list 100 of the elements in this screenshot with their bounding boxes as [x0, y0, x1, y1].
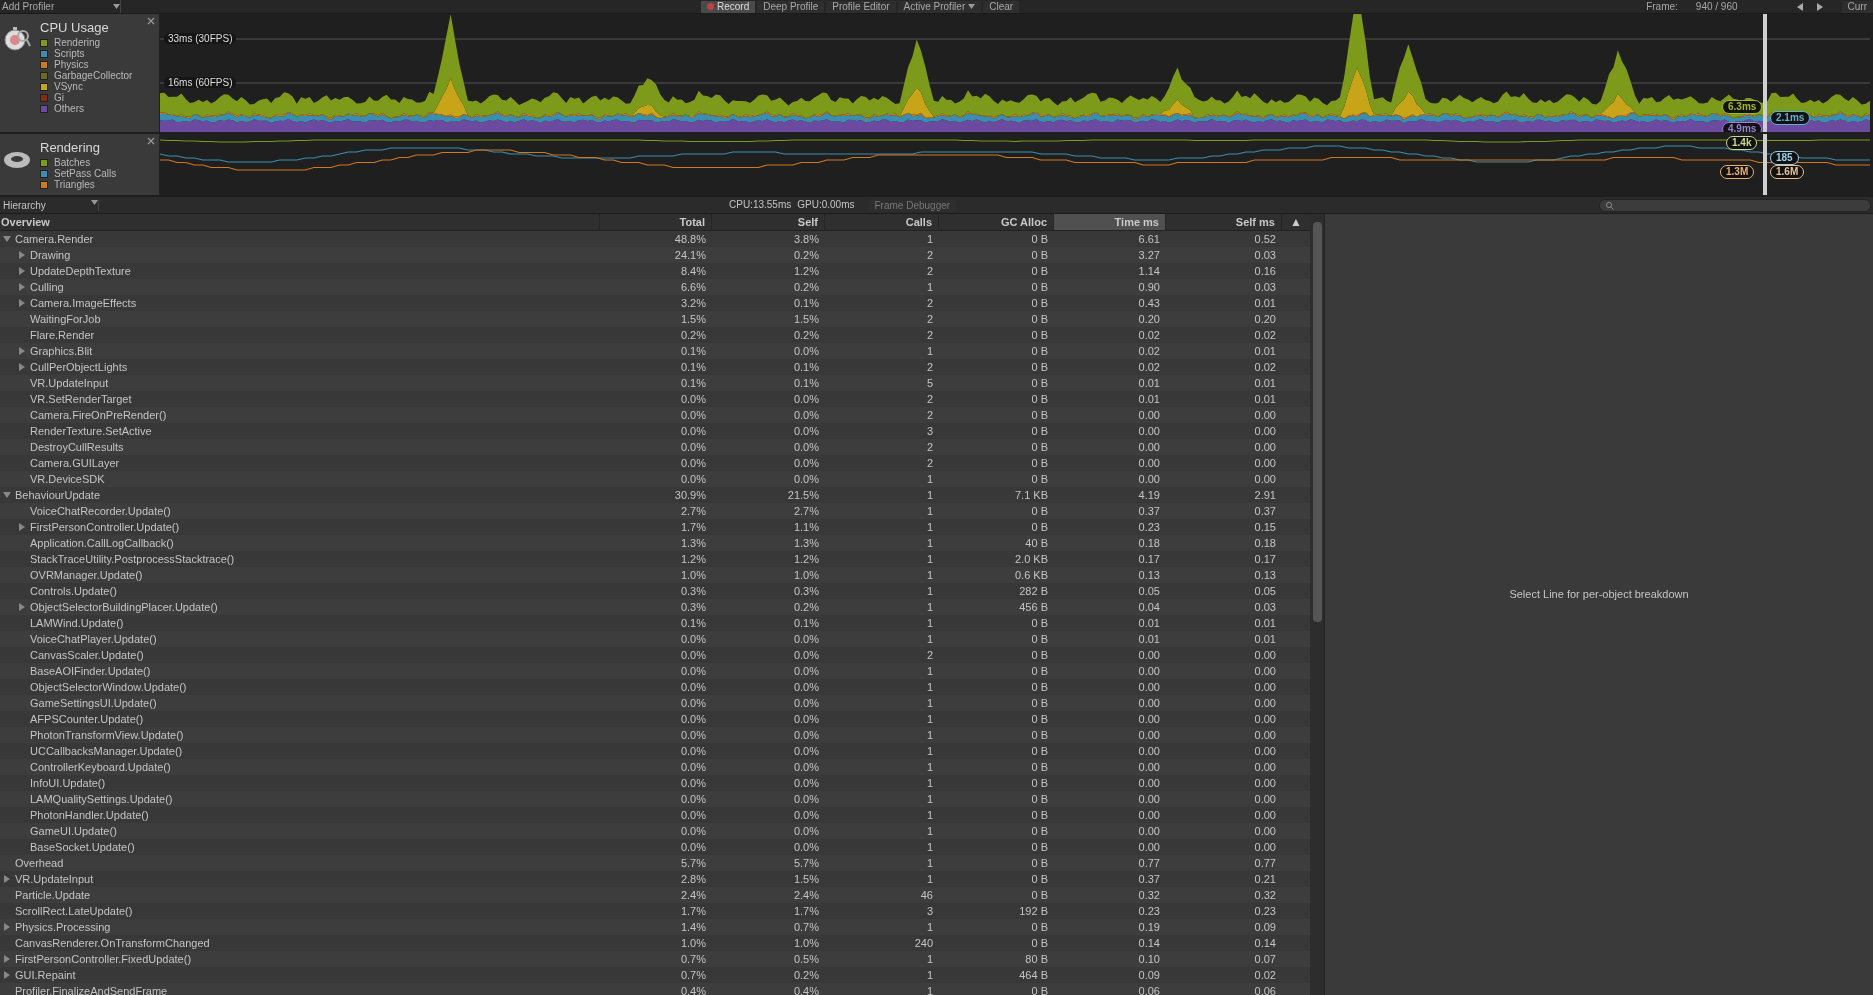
table-cell-text: 0.01	[1253, 393, 1277, 405]
next-frame-icon[interactable]	[1815, 2, 1824, 11]
collapsed-caret-icon[interactable]	[17, 602, 27, 612]
table-cell-text: 0.52	[1253, 233, 1277, 245]
table-cell-text: 0.0%	[679, 809, 707, 821]
table-cell: CanvasScaler.Update()	[30, 649, 144, 661]
column-header[interactable]: Self ms	[1166, 214, 1282, 230]
table-row[interactable]: Culling 6.6% 0.2% 1 0 B 0.90 0.03	[0, 279, 1310, 295]
table-cell-text: 0 B	[1030, 745, 1049, 757]
table-cell-text: 1	[925, 505, 934, 517]
table-cell-text: 0.0%	[679, 761, 707, 773]
table-cell-text: 0.1%	[792, 297, 820, 309]
table-cell-text: 0.00	[1253, 793, 1277, 805]
table-cell-text: 0 B	[1030, 681, 1049, 693]
table-row[interactable]: GameSettingsUI.Update() 0.0% 0.0% 1 0 B 0.00 0.00	[0, 695, 1310, 711]
table-cell-text: 0.0%	[679, 393, 707, 405]
table-row[interactable]: WaitingForJob 1.5% 1.5% 2 0 B 0.20 0.20	[0, 311, 1310, 327]
column-header[interactable]: Time ms	[1054, 214, 1166, 230]
table-row[interactable]: DestroyCullResults 0.0% 0.0% 2 0 B 0.00 0.00	[0, 439, 1310, 455]
table-cell-text: 0.00	[1253, 649, 1277, 661]
table-row[interactable]: VR.UpdateInput 0.1% 0.1% 5 0 B 0.01 0.01	[0, 375, 1310, 391]
toolbar-button[interactable]: Record	[701, 0, 756, 13]
close-icon[interactable]	[147, 17, 155, 25]
table-cell-text: 0.02	[1137, 345, 1161, 357]
table-cell-text: 0.20	[1253, 313, 1277, 325]
table-cell-text: 0.0%	[792, 457, 820, 469]
close-icon[interactable]	[147, 137, 155, 145]
column-header[interactable]: Overview	[0, 214, 600, 230]
table-row[interactable]: Profiler.FinalizeAndSendFrame 0.4% 0.4% 1 0 B 0.06 0.06	[0, 983, 1310, 995]
table-cell-text: 40 B	[1024, 537, 1049, 549]
table-row[interactable]: Particle.Update 2.4% 2.4% 46 0 B 0.32 0.32	[0, 887, 1310, 903]
table-cell-text: 0.05	[1137, 585, 1161, 597]
table-cell-text: 0.00	[1137, 729, 1161, 741]
collapsed-caret-icon[interactable]	[2, 874, 12, 884]
current-frame-button[interactable]: Curr	[1841, 0, 1873, 13]
scrollbar[interactable]	[1310, 214, 1324, 995]
table-cell-text: 0.00	[1137, 649, 1161, 661]
toolbar-button[interactable]: Active Profiler	[897, 0, 982, 13]
legend-label: Physics	[54, 59, 89, 70]
table-cell-text: 0 B	[1030, 425, 1049, 437]
table-row[interactable]: ControllerKeyboard.Update() 0.0% 0.0% 1 0 B 0.00 0.00	[0, 759, 1310, 775]
expanded-caret-icon[interactable]	[2, 490, 12, 500]
sort-indicator[interactable]: ▲	[1282, 214, 1310, 230]
table-row[interactable]: Application.CallLogCallback() 1.3% 1.3% 1 40 B 0.18 0.18	[0, 535, 1310, 551]
table-cell-text: 0.03	[1253, 281, 1277, 293]
table-row[interactable]: PhotonTransformView.Update() 0.0% 0.0% 1 0 B 0.00 0.00	[0, 727, 1310, 743]
toolbar-button[interactable]: Profile Editor	[826, 0, 896, 13]
table-cell-text: 0.00	[1253, 777, 1277, 789]
search-field[interactable]	[1599, 198, 1871, 212]
table-cell-text: 0.09	[1253, 921, 1277, 933]
table-cell-text: 0.1%	[679, 361, 707, 373]
view-dropdown[interactable]: Hierarchy	[0, 199, 99, 211]
table-cell-text: 7.1 KB	[1013, 489, 1049, 501]
table-cell-text: 0.13	[1253, 569, 1277, 581]
table-cell-text: 0.18	[1253, 537, 1277, 549]
table-row[interactable]: BaseAOIFinder.Update() 0.0% 0.0% 1 0 B 0.00 0.00	[0, 663, 1310, 679]
table-row[interactable]: FirstPersonController.FixedUpdate() 0.7% 0.5% 1 80 B 0.10 0.07	[0, 951, 1310, 967]
table-cell-text: 1.0%	[679, 569, 707, 581]
column-header[interactable]: Self	[712, 214, 825, 230]
table-cell-text: 0.0%	[679, 745, 707, 757]
expanded-caret-icon[interactable]	[2, 234, 12, 244]
table-row[interactable]: LAMQualitySettings.Update() 0.0% 0.0% 1 0 B 0.00 0.00	[0, 791, 1310, 807]
collapsed-caret-icon[interactable]	[17, 522, 27, 532]
toolbar-button[interactable]: Deep Profile	[757, 0, 825, 13]
table-cell-text: 0.00	[1137, 457, 1161, 469]
table-cell: VR.SetRenderTarget	[30, 393, 132, 405]
table-cell-text: 192 B	[1018, 905, 1049, 917]
table-cell-text: 80 B	[1024, 953, 1049, 965]
scrollbar-thumb[interactable]	[1312, 222, 1322, 622]
collapsed-caret-icon[interactable]	[2, 922, 12, 932]
table-cell-text: 0.0%	[792, 729, 820, 741]
table-row[interactable]: Drawing 24.1% 0.2% 2 0 B 3.27 0.03	[0, 247, 1310, 263]
table-cell-text: 0.0%	[792, 345, 820, 357]
table-row[interactable]: VoiceChatRecorder.Update() 2.7% 2.7% 1 0 B 0.37 0.37	[0, 503, 1310, 519]
table-row[interactable]: VR.DeviceSDK 0.0% 0.0% 1 0 B 0.00 0.00	[0, 471, 1310, 487]
table-cell-text: 0.0%	[679, 729, 707, 741]
column-header[interactable]: Total	[600, 214, 712, 230]
table-row[interactable]: Physics.Processing 1.4% 0.7% 1 0 B 0.19 0.09	[0, 919, 1310, 935]
table-cell-text: 2	[925, 313, 934, 325]
table-row[interactable]: GameUI.Update() 0.0% 0.0% 1 0 B 0.00 0.00	[0, 823, 1310, 839]
table-cell-text: 2	[925, 329, 934, 341]
table-cell-text: 0.32	[1137, 889, 1161, 901]
table-cell: VR.DeviceSDK	[30, 473, 105, 485]
table-row[interactable]: OVRManager.Update() 1.0% 1.0% 1 0.6 KB 0.13 0.13	[0, 567, 1310, 583]
table-row[interactable]: Graphics.Blit 0.1% 0.0% 1 0 B 0.02 0.01	[0, 343, 1310, 359]
toolbar-button[interactable]: Clear	[983, 0, 1020, 13]
previous-frame-icon[interactable]	[1795, 2, 1804, 11]
table-row[interactable]: Camera.FireOnPreRender() 0.0% 0.0% 2 0 B 0.00 0.00	[0, 407, 1310, 423]
table-cell: VoiceChatPlayer.Update()	[30, 633, 157, 645]
table-cell: Camera.GUILayer	[30, 457, 120, 469]
table-cell: OVRManager.Update()	[30, 569, 143, 581]
table-row[interactable]: Overhead 5.7% 5.7% 1 0 B 0.77 0.77	[0, 855, 1310, 871]
table-cell-text: 4.19	[1137, 489, 1161, 501]
add-profiler-dropdown[interactable]: Add Profiler	[0, 0, 121, 13]
table-cell-text: 0.3%	[679, 585, 707, 597]
table-cell-text: 0.1%	[792, 377, 820, 389]
column-header[interactable]: Calls	[825, 214, 939, 230]
table-cell-text: 0 B	[1030, 713, 1049, 725]
table-row[interactable]: VoiceChatPlayer.Update() 0.0% 0.0% 1 0 B 0.01 0.01	[0, 631, 1310, 647]
table-row[interactable]: ObjectSelectorBuildingPlacer.Update() 0.3% 0.2% 1 456 B 0.04 0.03	[0, 599, 1310, 615]
